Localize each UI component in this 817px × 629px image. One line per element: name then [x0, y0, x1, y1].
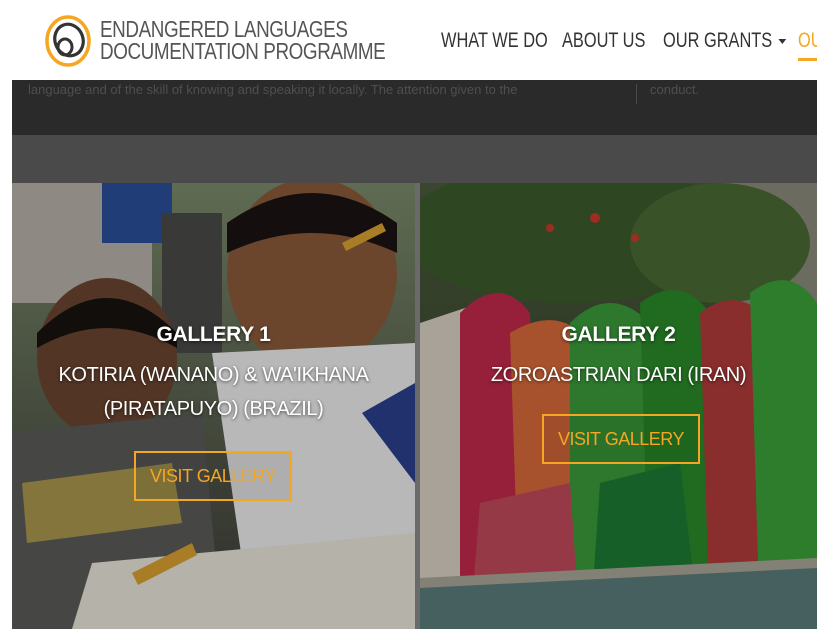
gallery-2-title: GALLERY 2 — [561, 323, 676, 346]
gallery-1-subtitle-line-1: KOTIRIA (WANANO) & WA'IKHANA — [58, 364, 369, 386]
gallery-tile-2[interactable]: GALLERY 2 ZOROASTRIAN DARI (IRAN) VISIT … — [420, 183, 817, 629]
section-spacer — [12, 135, 817, 183]
gallery-tile-1[interactable]: GALLERY 1 KOTIRIA (WANANO) & WA'IKHANA (… — [12, 183, 415, 629]
gallery-2-subtitle-line-1: ZOROASTRIAN DARI (IRAN) — [490, 364, 747, 386]
strip-divider — [636, 84, 637, 104]
gallery-1-title: GALLERY 1 — [156, 323, 271, 346]
nav-our-grants-label: OUR GRANTS — [663, 29, 773, 52]
nav-item-truncated[interactable]: OU — [798, 28, 817, 54]
site-header: ENDANGERED LANGUAGES DOCUMENTATION PROGR… — [0, 0, 817, 80]
nav-our-grants[interactable]: OUR GRANTS — [663, 28, 787, 54]
gallery-1-subtitle-line-2: (PIRATAPUYO) (BRAZIL) — [103, 398, 324, 420]
strip-right-text: conduct. — [650, 82, 700, 97]
main-nav: WHAT WE DO ABOUT US OUR GRANTS OU — [0, 28, 817, 58]
info-strip: language and of the skill of knowing and… — [12, 80, 817, 135]
chevron-down-icon — [778, 38, 787, 44]
gallery-2-overlay — [420, 183, 817, 629]
active-nav-underline — [798, 58, 817, 61]
strip-left-text: language and of the skill of knowing and… — [28, 82, 518, 97]
visit-gallery-2-button[interactable]: VISIT GALLERY — [542, 414, 700, 464]
visit-gallery-1-button[interactable]: VISIT GALLERY — [134, 451, 292, 501]
nav-about-us[interactable]: ABOUT US — [562, 28, 645, 54]
page: ENDANGERED LANGUAGES DOCUMENTATION PROGR… — [0, 0, 817, 629]
nav-what-we-do[interactable]: WHAT WE DO — [441, 28, 548, 54]
